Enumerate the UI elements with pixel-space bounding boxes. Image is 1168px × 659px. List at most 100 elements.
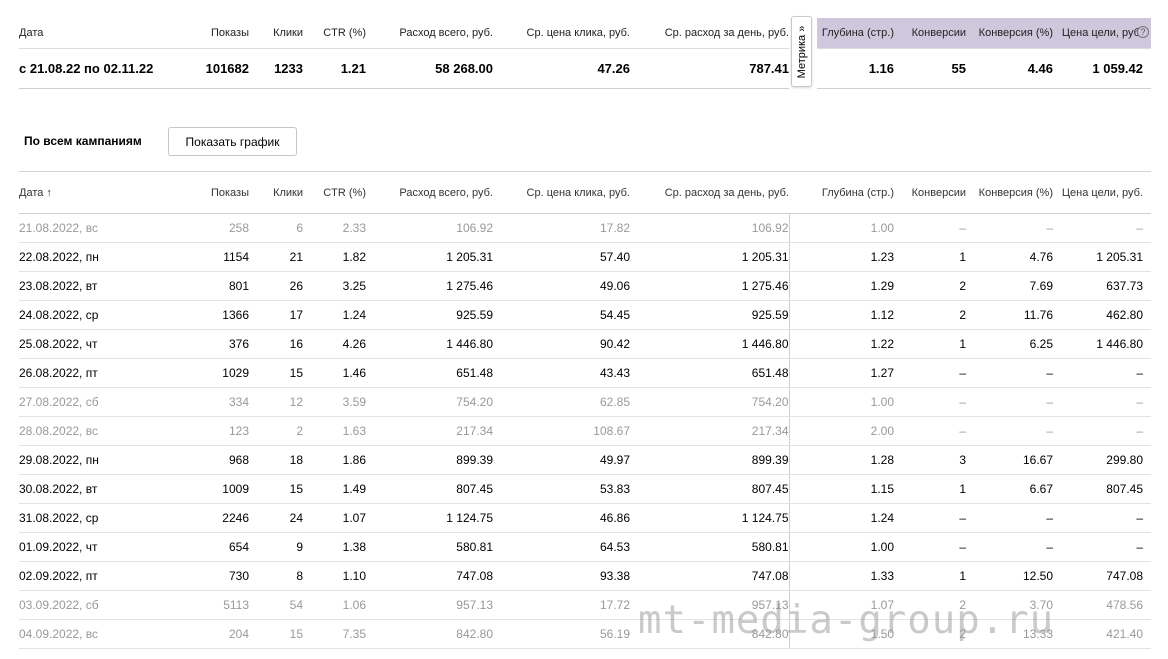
- summary-header-impressions[interactable]: Показы: [164, 18, 249, 49]
- summary-header-ctr[interactable]: CTR (%): [303, 18, 366, 49]
- cell-avg-cpc: 57.40: [493, 242, 630, 272]
- cell-goal-cost: 1 205.31: [1053, 242, 1151, 272]
- cell-clicks: 21: [249, 242, 303, 272]
- cell-total-spend: 580.81: [366, 532, 493, 562]
- cell-avg-daily-spend: 754.20: [630, 387, 790, 417]
- cell-avg-cpc: 90.42: [493, 329, 630, 359]
- cell-conversion-rate: 4.76: [966, 242, 1053, 272]
- summary-total-row: с 21.08.22 по 02.11.22 101682 1233 1.21 …: [19, 48, 1151, 89]
- cell-conversions: –: [894, 503, 966, 533]
- table-row: 25.08.2022, чт 376 16 4.26 1 446.80 90.42 1 44…: [19, 329, 1151, 359]
- column-header-ctr[interactable]: CTR (%): [303, 171, 366, 214]
- cell-conversion-rate: 6.67: [966, 474, 1053, 504]
- show-chart-button[interactable]: Показать график: [168, 127, 297, 156]
- cell-depth: 1.23: [789, 242, 894, 272]
- cell-avg-cpc: 17.72: [493, 590, 630, 620]
- column-header-avg-daily-spend[interactable]: Ср. расход за день, руб.: [630, 171, 789, 214]
- summary-header-date[interactable]: Дата: [19, 18, 164, 49]
- cell-clicks: 18: [249, 445, 303, 475]
- cell-goal-cost: 747.08: [1053, 561, 1151, 591]
- summary-header-depth[interactable]: Глубина (стр.): [817, 18, 894, 49]
- cell-impressions: 376: [164, 329, 249, 359]
- cell-avg-daily-spend: 747.08: [630, 561, 790, 591]
- column-header-impressions[interactable]: Показы: [164, 171, 249, 214]
- cell-depth: 1.15: [789, 474, 894, 504]
- cell-clicks: 6: [249, 213, 303, 243]
- table-row: 30.08.2022, вт 1009 15 1.49 807.45 53.83 807.4…: [19, 474, 1151, 504]
- cell-conversions: –: [894, 358, 966, 388]
- column-header-goal-cost[interactable]: Цена цели, руб.: [1053, 171, 1151, 214]
- column-header-total-spend[interactable]: Расход всего, руб.: [366, 171, 493, 214]
- cell-date: 22.08.2022, пн: [19, 242, 164, 272]
- column-header-conversion-rate[interactable]: Конверсия (%): [966, 171, 1053, 214]
- cell-date: 01.09.2022, чт: [19, 532, 164, 562]
- cell-goal-cost: –: [1053, 416, 1151, 446]
- cell-date: 24.08.2022, ср: [19, 300, 164, 330]
- cell-impressions: 968: [164, 445, 249, 475]
- cell-total-spend: 1 275.46: [366, 271, 493, 301]
- cell-ctr: 3.25: [303, 271, 366, 301]
- cell-conversion-rate: –: [966, 416, 1053, 446]
- summary-header-conversions[interactable]: Конверсии: [894, 18, 966, 49]
- summary-header-avg-cpc[interactable]: Ср. цена клика, руб.: [493, 18, 630, 49]
- cell-goal-cost: 421.40: [1053, 619, 1151, 649]
- cell-ctr: 1.49: [303, 474, 366, 504]
- cell-avg-daily-spend: 899.39: [630, 445, 790, 475]
- cell-total-spend: 1 205.31: [366, 242, 493, 272]
- cell-avg-cpc: 43.43: [493, 358, 630, 388]
- cell-impressions: 1029: [164, 358, 249, 388]
- cell-goal-cost: 637.73: [1053, 271, 1151, 301]
- daily-stats-table: Дата ↑ Показы Клики CTR (%) Расход всего…: [19, 171, 1151, 649]
- cell-date: 28.08.2022, вс: [19, 416, 164, 446]
- cell-total-spend: 754.20: [366, 387, 493, 417]
- table-row: 28.08.2022, вс 123 2 1.63 217.34 108.67 217.34…: [19, 416, 1151, 446]
- cell-clicks: 17: [249, 300, 303, 330]
- cell-clicks: 15: [249, 619, 303, 649]
- table-body: 21.08.2022, вс 258 6 2.33 106.92 17.82 106.92 1…: [19, 213, 1151, 649]
- info-icon[interactable]: ?: [1137, 26, 1149, 38]
- cell-conversion-rate: –: [966, 213, 1053, 243]
- cell-impressions: 1366: [164, 300, 249, 330]
- cell-ctr: 1.06: [303, 590, 366, 620]
- cell-avg-daily-spend: 1 446.80: [630, 329, 790, 359]
- cell-total-spend: 807.45: [366, 474, 493, 504]
- summary-period: с 21.08.22 по 02.11.22: [19, 48, 164, 89]
- cell-ctr: 1.24: [303, 300, 366, 330]
- cell-date: 02.09.2022, пт: [19, 561, 164, 591]
- column-header-conversions[interactable]: Конверсии: [894, 171, 966, 214]
- column-header-depth[interactable]: Глубина (стр.): [789, 171, 894, 214]
- cell-clicks: 8: [249, 561, 303, 591]
- cell-depth: 1.27: [789, 358, 894, 388]
- cell-avg-cpc: 108.67: [493, 416, 630, 446]
- cell-avg-daily-spend: 106.92: [630, 213, 790, 243]
- cell-avg-cpc: 46.86: [493, 503, 630, 533]
- cell-ctr: 1.82: [303, 242, 366, 272]
- cell-depth: 1.24: [789, 503, 894, 533]
- cell-ctr: 2.33: [303, 213, 366, 243]
- cell-avg-daily-spend: 807.45: [630, 474, 790, 504]
- cell-goal-cost: 478.56: [1053, 590, 1151, 620]
- summary-header-total-spend[interactable]: Расход всего, руб.: [366, 18, 493, 49]
- cell-conversions: 2: [894, 619, 966, 649]
- summary-header-clicks[interactable]: Клики: [249, 18, 303, 49]
- table-header-row: Дата ↑ Показы Клики CTR (%) Расход всего…: [19, 171, 1151, 214]
- cell-impressions: 654: [164, 532, 249, 562]
- cell-goal-cost: 1 446.80: [1053, 329, 1151, 359]
- cell-conversion-rate: 16.67: [966, 445, 1053, 475]
- summary-header-avg-daily-spend[interactable]: Ср. расход за день, руб.: [630, 18, 789, 49]
- cell-date: 04.09.2022, вс: [19, 619, 164, 649]
- cell-avg-daily-spend: 580.81: [630, 532, 790, 562]
- cell-conversions: 1: [894, 474, 966, 504]
- cell-ctr: 1.10: [303, 561, 366, 591]
- table-row: 24.08.2022, ср 1366 17 1.24 925.59 54.45 925.5…: [19, 300, 1151, 330]
- cell-impressions: 730: [164, 561, 249, 591]
- metrika-toggle-tab[interactable]: Метрика »: [791, 16, 812, 87]
- cell-avg-cpc: 49.97: [493, 445, 630, 475]
- summary-header-conversion-rate[interactable]: Конверсия (%): [966, 18, 1053, 49]
- metrika-label: Метрика »: [795, 25, 808, 78]
- column-header-avg-cpc[interactable]: Ср. цена клика, руб.: [493, 171, 630, 214]
- column-header-date-sort[interactable]: Дата ↑: [19, 171, 164, 214]
- cell-avg-daily-spend: 1 205.31: [630, 242, 790, 272]
- table-row: 26.08.2022, пт 1029 15 1.46 651.48 43.43 651.4…: [19, 358, 1151, 388]
- column-header-clicks[interactable]: Клики: [249, 171, 303, 214]
